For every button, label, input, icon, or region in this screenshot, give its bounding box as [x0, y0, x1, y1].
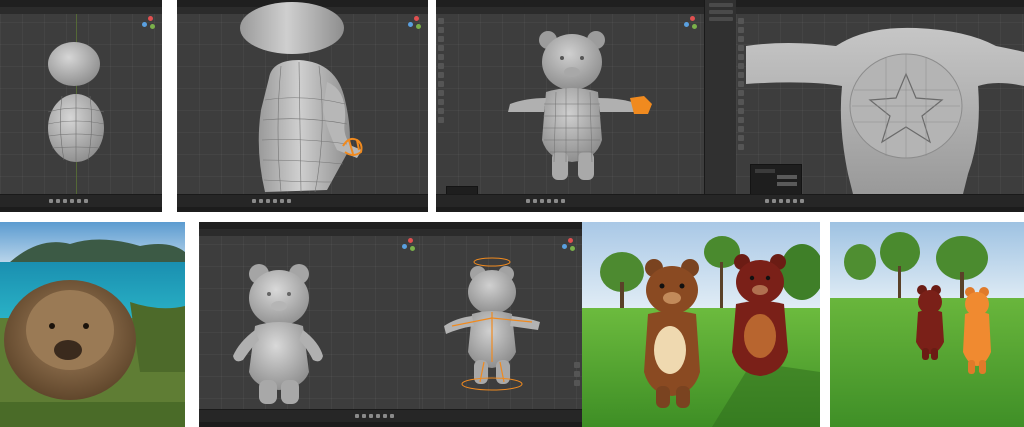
navigation-gizmo[interactable]: [682, 16, 700, 46]
red-bear-head: [736, 260, 784, 304]
navigation-gizmo[interactable]: [400, 238, 418, 268]
viewport-head-body-blockout[interactable]: [0, 0, 162, 212]
mesh-bear-sculpt: [233, 264, 323, 404]
adjust-last-operation-panel[interactable]: [750, 164, 802, 196]
right-leg: [281, 380, 299, 404]
viewport-bear-sculpt-front[interactable]: [199, 222, 422, 427]
bear-head: [249, 270, 309, 326]
rendered-fur-bears-far: [830, 222, 1024, 427]
right-tool-strip[interactable]: [574, 362, 580, 386]
status-bar: [0, 207, 162, 212]
viewport-torso-star-detail[interactable]: [736, 0, 1024, 212]
brown-bear-head: [646, 266, 698, 314]
mesh-head-body: [47, 42, 105, 162]
red-bear-belly: [744, 314, 776, 358]
left-arm: [508, 98, 546, 112]
wombat-left-eye: [49, 323, 55, 329]
mesh-full-bear: [508, 31, 652, 180]
bear-torso: [249, 322, 309, 390]
playback-controls[interactable]: [48, 198, 88, 204]
left-leg: [259, 380, 277, 404]
status-bar: [422, 422, 582, 427]
status-bar: [736, 207, 1024, 212]
toolbar[interactable]: [738, 18, 744, 150]
wombat-nose: [54, 340, 82, 360]
root-control-ring: [461, 377, 523, 391]
left-eye: [560, 56, 564, 60]
bear-head: [542, 34, 602, 90]
playback-controls[interactable]: [355, 413, 395, 419]
wombat-right-eye: [83, 323, 89, 329]
viewport-arm-close-up[interactable]: [177, 0, 428, 212]
right-arm: [598, 98, 634, 112]
wombat-reference-photo: [0, 222, 185, 427]
right-arm: [510, 316, 540, 330]
playback-controls[interactable]: [526, 198, 565, 204]
navigation-gizmo[interactable]: [406, 16, 424, 46]
head-control-ring: [473, 257, 511, 267]
timeline-bar[interactable]: [436, 194, 736, 207]
navigation-gizmo[interactable]: [140, 16, 158, 46]
render-close-drawing: [582, 222, 820, 427]
playback-controls[interactable]: [252, 198, 292, 204]
outliner-panel[interactable]: [704, 0, 736, 212]
right-eye: [580, 56, 584, 60]
viewport-bear-rigged-t-pose[interactable]: [422, 222, 582, 427]
bear-torso: [542, 88, 602, 162]
render-far-drawing: [830, 222, 1024, 427]
timeline-bar[interactable]: [177, 194, 428, 207]
bear-head: [468, 270, 516, 314]
head-bottom: [240, 2, 344, 54]
wombat-photo-drawing: [0, 222, 185, 427]
rendered-fur-bears-close: [582, 222, 820, 427]
brown-bear-belly: [654, 326, 686, 374]
status-bar: [436, 207, 736, 212]
viewport-full-bear-arm-selected[interactable]: [436, 0, 736, 212]
status-bar: [177, 207, 428, 212]
toolbar[interactable]: [438, 18, 444, 123]
mesh-bear-rigged: [444, 257, 540, 391]
timeline-bar[interactable]: [422, 409, 582, 422]
head-sphere: [48, 42, 100, 86]
snout: [564, 67, 580, 77]
navigation-gizmo[interactable]: [560, 238, 578, 268]
playback-controls[interactable]: [764, 198, 804, 204]
status-bar: [199, 422, 422, 427]
tree-left: [844, 244, 876, 280]
mesh-arm-close-up: [240, 2, 363, 193]
